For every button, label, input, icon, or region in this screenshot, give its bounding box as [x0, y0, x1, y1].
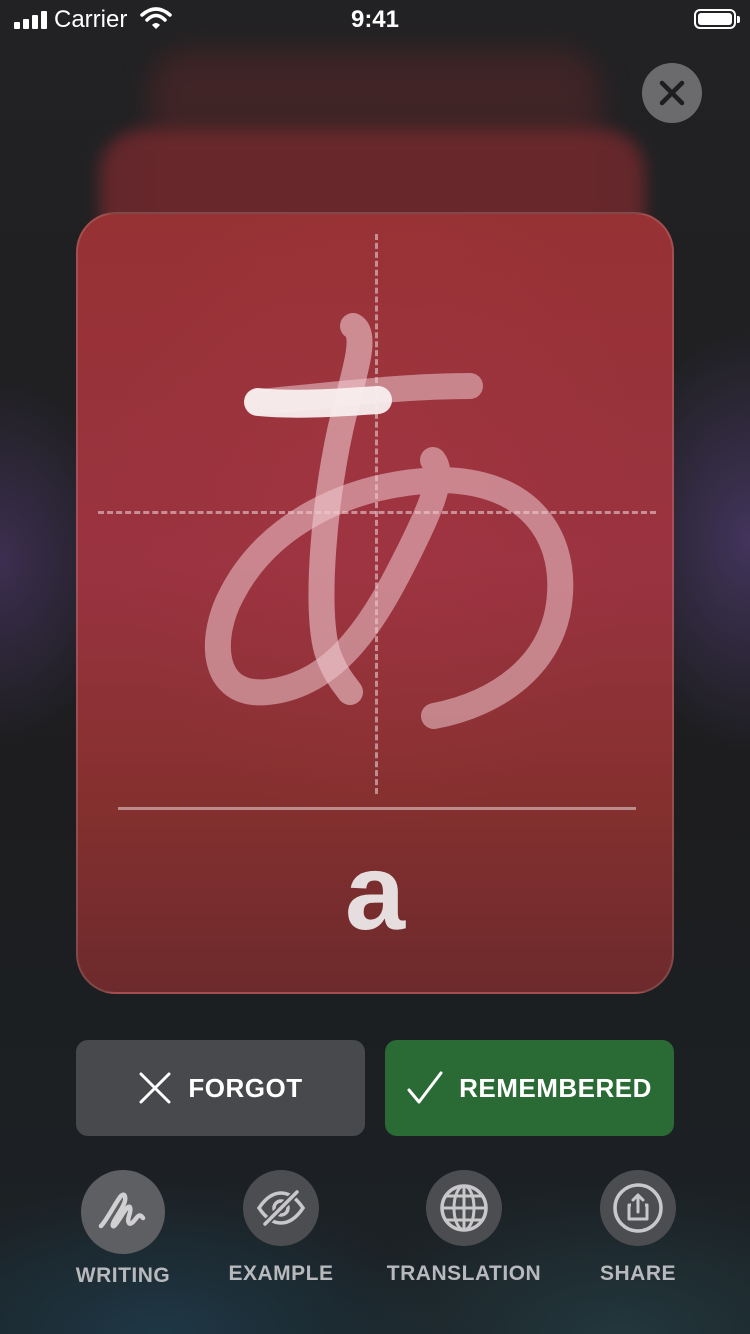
status-time: 9:41 — [350, 6, 400, 33]
close-icon — [659, 80, 685, 106]
romaji-label: a — [344, 831, 406, 952]
translation-label: TRANSLATION — [386, 1262, 542, 1285]
writing-label: WRITING — [75, 1264, 171, 1287]
writing-tool[interactable]: WRITING — [64, 1170, 182, 1288]
checkmark-icon — [407, 1071, 443, 1104]
remembered-label: REMEMBERED — [459, 1072, 652, 1103]
translation-tool[interactable]: TRANSLATION — [384, 1170, 544, 1286]
share-label: SHARE — [599, 1262, 676, 1285]
kana-stroke-drawing — [204, 313, 574, 729]
example-label: EXAMPLE — [228, 1262, 334, 1285]
close-button[interactable] — [642, 63, 702, 123]
flashcard-screen: Carrier 9:41 a FORGOT REMEMBERED WRITING… — [0, 0, 750, 1334]
share-icon — [613, 1183, 663, 1233]
x-icon — [139, 1072, 171, 1104]
forgot-button[interactable]: FORGOT — [76, 1040, 365, 1136]
globe-icon — [440, 1184, 488, 1232]
eye-slash-icon — [256, 1189, 306, 1227]
card-divider — [118, 807, 636, 810]
forgot-label: FORGOT — [188, 1072, 303, 1103]
flashcard[interactable]: a — [76, 212, 674, 994]
remembered-button[interactable]: REMEMBERED — [385, 1040, 674, 1136]
example-tool[interactable]: EXAMPLE — [226, 1170, 336, 1286]
battery-icon — [694, 9, 740, 29]
status-bar: Carrier 9:41 — [0, 0, 750, 40]
share-tool[interactable]: SHARE — [588, 1170, 688, 1286]
handwriting-icon — [98, 1192, 146, 1229]
